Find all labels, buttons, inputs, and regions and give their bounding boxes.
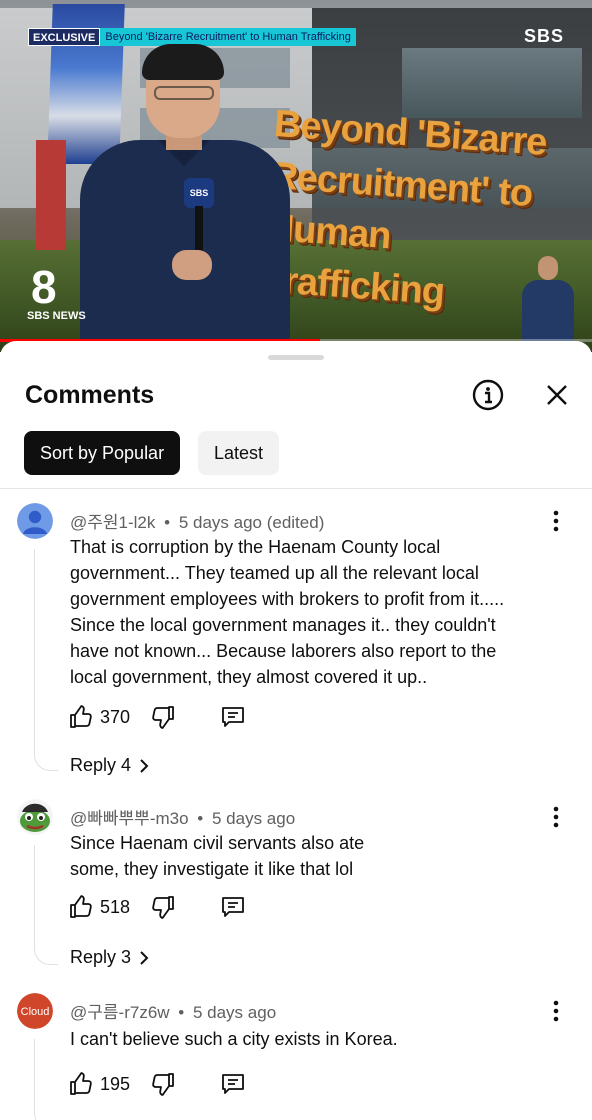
more-options-icon[interactable] [548, 999, 564, 1023]
drag-handle[interactable] [268, 355, 324, 360]
close-button[interactable] [543, 381, 571, 409]
thumbs-up-icon [70, 1072, 92, 1095]
reply-comment-icon[interactable] [220, 1071, 246, 1097]
comment-meta: @빠빠뿌뿌-m3o • 5 days ago [70, 804, 295, 829]
microphone: SBS [184, 178, 214, 208]
close-icon [547, 385, 567, 405]
avatar[interactable] [17, 503, 53, 539]
comment-actions: 370 [68, 702, 246, 732]
comment-meta: @주원1-l2k • 5 days ago (edited) [70, 508, 324, 533]
sheet-title: Comments [25, 381, 155, 409]
meta-separator: • [178, 1003, 185, 1022]
comment-actions: 518 [68, 892, 246, 922]
chevron-right-icon [140, 950, 149, 965]
avatar[interactable] [17, 799, 53, 835]
news-number: 8 [31, 261, 57, 313]
like-count: 195 [100, 1073, 131, 1094]
view-replies-link[interactable]: Reply 4 [70, 755, 149, 776]
like-button[interactable]: 195 [68, 1071, 130, 1097]
avatar[interactable]: Cloud [17, 993, 53, 1029]
like-button[interactable]: 518 [68, 894, 130, 920]
comment-time: 5 days ago [192, 1003, 277, 1022]
reporter-figure: SBS [80, 40, 290, 352]
sort-popular-chip[interactable]: Sort by Popular [24, 431, 181, 475]
info-button[interactable] [472, 379, 504, 411]
thread-line [34, 1039, 58, 1120]
video-player[interactable]: EXCLUSIVE Beyond 'Bizarre Recruitment' t… [0, 0, 592, 352]
red-sign [36, 140, 66, 250]
comment-author[interactable]: @구름-r7z6w [70, 1003, 170, 1022]
thread-line [34, 845, 58, 965]
thumbs-down-icon[interactable] [150, 894, 176, 920]
meta-separator: • [164, 513, 171, 532]
reply-count: Reply 3 [70, 947, 132, 967]
info-icon [472, 379, 504, 411]
sbs-news-logo: 8 SBS NEWS [27, 264, 86, 322]
divider [0, 488, 592, 489]
like-count: 518 [100, 896, 131, 917]
comment-text: That is corruption by the Haenam County … [70, 537, 505, 687]
default-avatar-icon [17, 503, 53, 539]
meta-separator: • [197, 809, 204, 828]
sign-language-interpreter [520, 250, 576, 342]
comment-author[interactable]: @주원1-l2k [70, 513, 155, 532]
comment-author[interactable]: @빠빠뿌뿌-m3o [70, 809, 189, 828]
comment-meta: @구름-r7z6w • 5 days ago [70, 998, 276, 1023]
like-count: 370 [100, 706, 131, 727]
channel-logo: SBS [523, 26, 564, 46]
reply-comment-icon[interactable] [220, 704, 246, 730]
like-button[interactable]: 370 [68, 704, 130, 730]
thumbs-up-icon [70, 705, 92, 728]
chevron-right-icon [140, 758, 149, 773]
sort-latest-chip[interactable]: Latest [198, 431, 280, 475]
news-label: SBS NEWS [27, 310, 86, 322]
frog-avatar-icon [17, 799, 53, 835]
more-options-icon[interactable] [548, 805, 564, 829]
thumbs-down-icon[interactable] [150, 704, 176, 730]
comment-text: I can't believe such a city exists in Ko… [70, 1029, 398, 1049]
comment-text: Since Haenam civil servants also ate som… [70, 833, 365, 879]
thread-line [34, 549, 58, 771]
comment-actions: 195 [68, 1069, 246, 1099]
more-options-icon[interactable] [548, 509, 564, 533]
thumbs-down-icon[interactable] [150, 1071, 176, 1097]
comments-sheet: Comments Sort by Popular Latest @주원1-l2k… [0, 341, 592, 1120]
view-replies-link[interactable]: Reply 3 [70, 947, 149, 968]
reply-count: Reply 4 [70, 755, 132, 775]
avatar-text: Cloud [21, 1006, 50, 1018]
cloud-avatar-icon: Cloud [17, 993, 53, 1029]
thumbs-up-icon [70, 895, 92, 918]
headline-line: Human Trafficking [261, 206, 446, 314]
reply-comment-icon[interactable] [220, 894, 246, 920]
comment-time: 5 days ago (edited) [178, 513, 325, 532]
comment-time: 5 days ago [211, 809, 296, 828]
